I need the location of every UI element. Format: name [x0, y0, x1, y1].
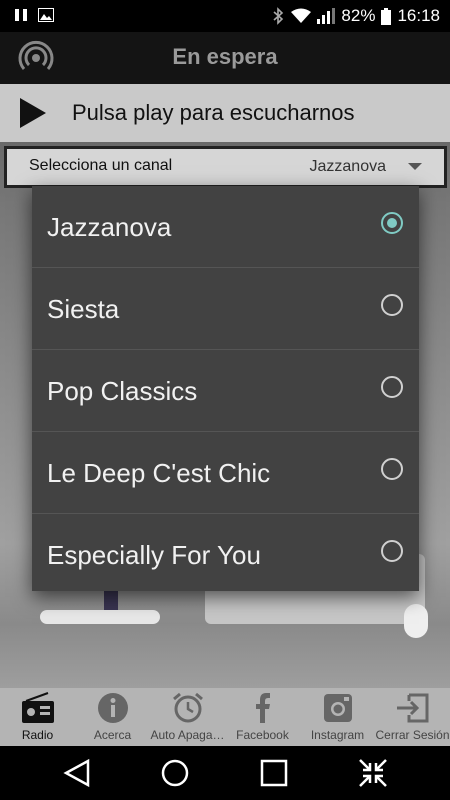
radio-button[interactable]	[381, 294, 403, 316]
tab-label: Acerca	[93, 728, 132, 742]
channel-option[interactable]: Especially For You	[32, 514, 419, 595]
battery-icon	[381, 7, 392, 25]
collapse-icon[interactable]	[356, 758, 390, 788]
back-icon[interactable]	[60, 758, 94, 788]
instagram-icon	[324, 694, 352, 722]
tab-cerrar-sesion[interactable]: Cerrar Sesión	[375, 688, 450, 746]
app-bar: En espera	[0, 32, 450, 84]
radio-button[interactable]	[381, 540, 403, 562]
channel-option[interactable]: Jazzanova	[32, 186, 419, 268]
channel-option[interactable]: Siesta	[32, 268, 419, 350]
channel-selector-value: Jazzanova	[309, 158, 387, 175]
channel-option-label: Pop Classics	[47, 376, 198, 406]
logout-icon	[397, 693, 429, 723]
play-icon[interactable]	[18, 96, 48, 130]
tab-radio[interactable]: Radio	[0, 688, 75, 746]
channel-option-label: Especially For You	[47, 540, 261, 570]
radio-icon	[22, 692, 54, 723]
facebook-icon	[256, 693, 270, 723]
bluetooth-icon	[273, 7, 284, 25]
tab-label: Facebook	[236, 728, 289, 742]
home-icon[interactable]	[158, 758, 192, 788]
tab-label: Instagram	[310, 728, 365, 742]
recents-icon[interactable]	[257, 758, 291, 788]
background-table	[40, 610, 160, 624]
pause-notification-icon	[15, 9, 27, 21]
background-lamp	[404, 604, 428, 638]
info-icon	[98, 693, 128, 723]
tab-facebook[interactable]: Facebook	[225, 688, 300, 746]
channel-selector[interactable]: Selecciona un canal Jazzanova	[4, 146, 447, 188]
battery-percent: 82%	[341, 6, 376, 25]
tab-label: Cerrar Sesión	[375, 728, 450, 742]
chevron-down-icon	[408, 163, 422, 170]
channel-option[interactable]: Le Deep C'est Chic	[32, 432, 419, 514]
status-bar: 82% 16:18	[0, 0, 450, 32]
channel-option-label: Siesta	[47, 294, 120, 324]
tab-instagram[interactable]: Instagram	[300, 688, 375, 746]
channel-option[interactable]: Pop Classics	[32, 350, 419, 432]
tab-label: Radio	[21, 728, 54, 742]
play-bar[interactable]: Pulsa play para escucharnos	[0, 84, 450, 142]
alarm-clock-icon	[173, 692, 203, 723]
clock: 16:18	[397, 6, 440, 25]
image-notification-icon	[38, 8, 54, 22]
page-title: En espera	[172, 44, 278, 69]
channel-option-label: Le Deep C'est Chic	[47, 458, 271, 488]
tab-label: Auto Apaga…	[150, 728, 225, 742]
system-nav-bar	[0, 746, 450, 800]
tab-acerca[interactable]: Acerca	[75, 688, 150, 746]
tab-auto-apagado[interactable]: Auto Apaga…	[150, 688, 225, 746]
channel-dialog: Jazzanova Siesta Pop Classics Le Deep C'…	[32, 186, 419, 591]
radio-button[interactable]	[381, 458, 403, 480]
radio-button-selected[interactable]	[381, 212, 403, 234]
signal-icon	[317, 8, 336, 24]
wifi-icon	[291, 8, 312, 23]
channel-option-label: Jazzanova	[47, 212, 172, 242]
channel-selector-label: Selecciona un canal	[29, 157, 173, 174]
bottom-tab-bar: Radio Acerca Auto Apaga… Facebook Instag…	[0, 688, 450, 746]
play-bar-label: Pulsa play para escucharnos	[72, 100, 355, 125]
radio-button[interactable]	[381, 376, 403, 398]
